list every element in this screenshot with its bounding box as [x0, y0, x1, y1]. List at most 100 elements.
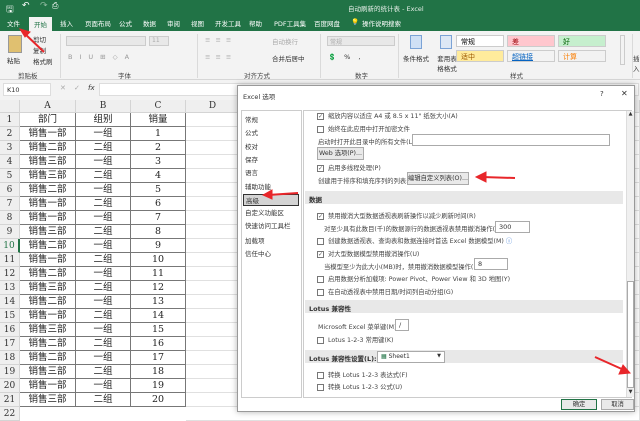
table-cell[interactable]: 二组 [76, 393, 131, 407]
cell-style-0[interactable]: 常规 [456, 35, 504, 47]
help-button[interactable]: ? [600, 90, 604, 98]
row-header[interactable]: 10 [0, 239, 20, 253]
checkbox[interactable]: ✓ [317, 212, 324, 220]
align-buttons-2[interactable]: ≡≡≡ [205, 53, 236, 61]
row-header[interactable]: 19 [0, 365, 20, 379]
insert-cells-button[interactable]: 插入 [633, 53, 640, 73]
cell-style-1[interactable]: 差 [507, 35, 555, 47]
table-cell[interactable]: 销售三部 [20, 281, 76, 295]
row-header[interactable]: 6 [0, 183, 20, 197]
option-disable-undo-pivot[interactable]: ✓ 禁用撤消大型数据透视表刷新操作以减少刷新时间(R) [317, 211, 476, 220]
cancel-button[interactable]: 取消 [601, 399, 634, 410]
option-convert-formula[interactable]: 转换 Lotus 1-2-3 公式(U) [317, 382, 402, 391]
table-cell[interactable]: 12 [131, 281, 186, 295]
table-cell[interactable]: 6 [131, 197, 186, 211]
format-as-table-button[interactable]: 套用表格格式 [436, 53, 458, 73]
row-header[interactable]: 2 [0, 127, 20, 141]
info-icon[interactable]: ⓘ [506, 238, 512, 245]
nav-item[interactable]: 保存 [243, 154, 299, 166]
format-painter-button[interactable]: 格式刷 [33, 56, 53, 66]
row-header[interactable]: 14 [0, 295, 20, 309]
option-multithread[interactable]: ✓ 启用多线程处理(P) [317, 163, 381, 172]
table-cell[interactable]: 10 [131, 253, 186, 267]
insert-function-button[interactable]: fx [88, 84, 95, 92]
table-cell[interactable]: 销售三部 [20, 169, 76, 183]
ok-button[interactable]: 确定 [561, 399, 597, 410]
table-cell[interactable]: 二组 [76, 253, 131, 267]
table-cell[interactable]: 销售二部 [20, 141, 76, 155]
table-cell[interactable]: 一组 [76, 323, 131, 337]
table-cell[interactable]: 部门 [20, 113, 76, 127]
table-cell[interactable]: 一组 [76, 183, 131, 197]
option-convert-expr[interactable]: 转换 Lotus 1-2-3 表达式(F) [317, 370, 408, 379]
paste-button[interactable]: 粘贴 [7, 55, 20, 65]
table-cell[interactable]: 销售一部 [20, 211, 76, 225]
table-cell[interactable]: 9 [131, 239, 186, 253]
option-open-encrypted[interactable]: 始终在此应用中打开加密文件 [317, 124, 410, 133]
table-cell[interactable]: 一组 [76, 267, 131, 281]
nav-item[interactable]: 辅助功能 [243, 181, 299, 193]
table-cell[interactable]: 销售三部 [20, 393, 76, 407]
nav-item[interactable]: 语言 [243, 167, 299, 179]
tab-page-layout[interactable]: 页面布局 [85, 18, 111, 28]
font-size-select[interactable]: 11 [149, 36, 169, 46]
number-format-select[interactable]: 常规 [327, 36, 395, 46]
table-cell[interactable]: 销售二部 [20, 239, 76, 253]
nav-item[interactable]: 高级 [243, 193, 299, 206]
table-cell[interactable]: 3 [131, 155, 186, 169]
wrap-text-button[interactable]: 自动换行 [272, 36, 298, 46]
table-cell[interactable]: 8 [131, 225, 186, 239]
conditional-format-button[interactable]: 条件格式 [403, 53, 429, 63]
conditional-format-icon[interactable] [410, 35, 422, 49]
table-cell[interactable]: 销量 [131, 113, 186, 127]
checkbox[interactable] [317, 288, 324, 296]
table-cell[interactable]: 二组 [76, 337, 131, 351]
scroll-up-icon[interactable]: ▲ [627, 111, 634, 118]
font-format-buttons[interactable]: BIU⊞◇A [68, 53, 136, 61]
nav-item[interactable]: 校对 [243, 141, 299, 153]
table-cell[interactable]: 二组 [76, 365, 131, 379]
table-cell[interactable]: 销售三部 [20, 323, 76, 337]
table-cell[interactable]: 销售二部 [20, 295, 76, 309]
scrollbar-thumb[interactable] [627, 281, 634, 388]
table-cell[interactable]: 一组 [76, 295, 131, 309]
tab-review[interactable]: 审阅 [167, 18, 180, 28]
lotus-sheet-select[interactable]: ▦ Sheet1 ▼ [377, 351, 445, 363]
cut-button[interactable]: 剪切 [33, 34, 46, 44]
checkbox[interactable]: ✓ [317, 250, 324, 258]
table-cell[interactable]: 销售一部 [20, 253, 76, 267]
table-cell[interactable]: 5 [131, 183, 186, 197]
row-header[interactable]: 4 [0, 155, 20, 169]
tab-insert[interactable]: 插入 [60, 18, 73, 28]
checkbox[interactable] [317, 336, 324, 344]
table-cell[interactable]: 13 [131, 295, 186, 309]
checkbox[interactable] [317, 125, 324, 133]
option-enable-addins[interactable]: 启用数据分析加载项: Power Pivot、Power View 和 3D 地… [317, 274, 510, 283]
pivot-rows-spinner[interactable]: 300 [495, 221, 530, 233]
table-cell[interactable]: 二组 [76, 225, 131, 239]
row-header[interactable]: 18 [0, 351, 20, 365]
align-buttons[interactable]: ≡≡≡ [205, 36, 236, 44]
tab-formulas[interactable]: 公式 [119, 18, 132, 28]
nav-item[interactable]: 自定义功能区 [243, 207, 299, 219]
row-header[interactable]: 17 [0, 337, 20, 351]
nav-item[interactable]: 公式 [243, 127, 299, 139]
table-cell[interactable]: 18 [131, 365, 186, 379]
table-cell[interactable]: 二组 [76, 197, 131, 211]
cell-style-2[interactable]: 好 [558, 35, 606, 47]
edit-custom-lists-button[interactable]: 编辑自定义列表(O)... [407, 172, 469, 185]
row-header[interactable]: 16 [0, 323, 20, 337]
row-header[interactable]: 5 [0, 169, 20, 183]
option-scale-a4[interactable]: ✓ 缩放内容以适应 A4 或 8.5 x 11" 纸张大小(A) [317, 111, 458, 120]
row-header[interactable]: 15 [0, 309, 20, 323]
tab-baidu-netdisk[interactable]: 百度网盘 [314, 18, 340, 28]
checkbox[interactable] [317, 371, 324, 379]
format-as-table-icon[interactable] [440, 35, 452, 49]
table-cell[interactable]: 销售三部 [20, 225, 76, 239]
table-cell[interactable]: 11 [131, 267, 186, 281]
nav-item[interactable]: 加载项 [243, 235, 299, 247]
row-header[interactable]: 21 [0, 393, 20, 407]
nav-item[interactable]: 快速访问工具栏 [243, 220, 299, 232]
row-header[interactable]: 9 [0, 225, 20, 239]
row-header[interactable]: 7 [0, 197, 20, 211]
